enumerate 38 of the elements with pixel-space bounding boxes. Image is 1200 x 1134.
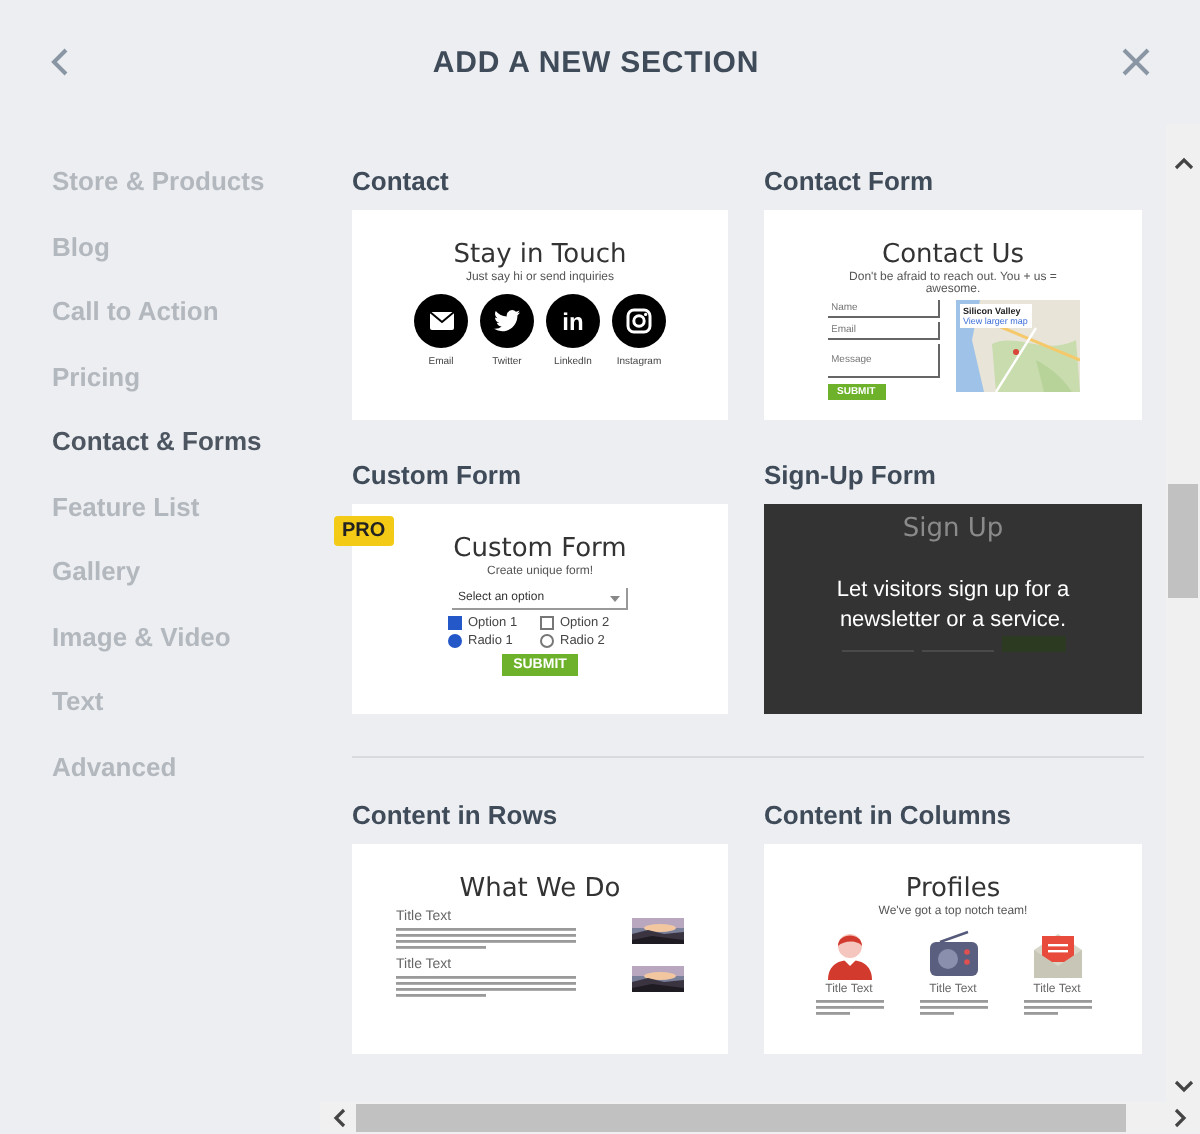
text-lines-drawing <box>815 1000 883 1018</box>
category-item[interactable]: Contact & Forms <box>52 410 262 475</box>
camera-icon <box>612 294 666 348</box>
text-lines-drawing <box>919 1000 987 1018</box>
section-title: Contact <box>352 166 451 198</box>
horizontal-scrollbar[interactable] <box>320 1102 1200 1134</box>
back-icon[interactable] <box>50 46 70 78</box>
preview-heading: What We Do <box>459 874 621 904</box>
preview-heading: Profiles <box>905 874 1001 904</box>
person-icon <box>823 928 875 980</box>
preview-heading: Stay in Touch <box>453 240 627 270</box>
scrollbar-thumb[interactable] <box>356 1104 1126 1132</box>
pro-badge: PRO <box>334 516 394 546</box>
preview-heading: Custom Form <box>453 534 627 564</box>
section-title: Custom Form <box>352 460 523 492</box>
section-title: Content in Rows <box>352 800 560 832</box>
linkedin-icon: in <box>546 294 600 348</box>
envelope-icon <box>1031 928 1083 980</box>
vertical-scrollbar[interactable] <box>1166 124 1200 1102</box>
preview-heading: Contact Us <box>882 240 1024 270</box>
envelope-icon <box>414 294 468 348</box>
scroll-right-icon[interactable] <box>1174 1108 1188 1128</box>
scrollbar-thumb[interactable] <box>1168 484 1198 598</box>
caret-icon <box>610 595 620 601</box>
section-title: Content in Columns <box>764 800 1013 832</box>
bird-icon <box>480 294 534 348</box>
radio-icon <box>927 928 979 980</box>
scroll-down-icon[interactable] <box>1173 1080 1193 1094</box>
scroll-up-icon[interactable] <box>1173 156 1193 170</box>
dialog-title: ADD A NEW SECTION <box>432 45 760 79</box>
section-title: Sign-Up Form <box>764 460 938 492</box>
close-icon[interactable] <box>1122 48 1150 76</box>
scroll-left-icon[interactable] <box>332 1108 346 1128</box>
preview-heading: Sign Up <box>902 514 1004 544</box>
section-title: Contact Form <box>764 166 935 198</box>
hover-description: Let visitors sign up for a newsletter or a service. <box>834 576 1072 636</box>
template-card[interactable]: Sign Up Let visitors sign up for a newsletter or a service. <box>764 504 1142 714</box>
text-lines-drawing <box>1023 1000 1091 1018</box>
